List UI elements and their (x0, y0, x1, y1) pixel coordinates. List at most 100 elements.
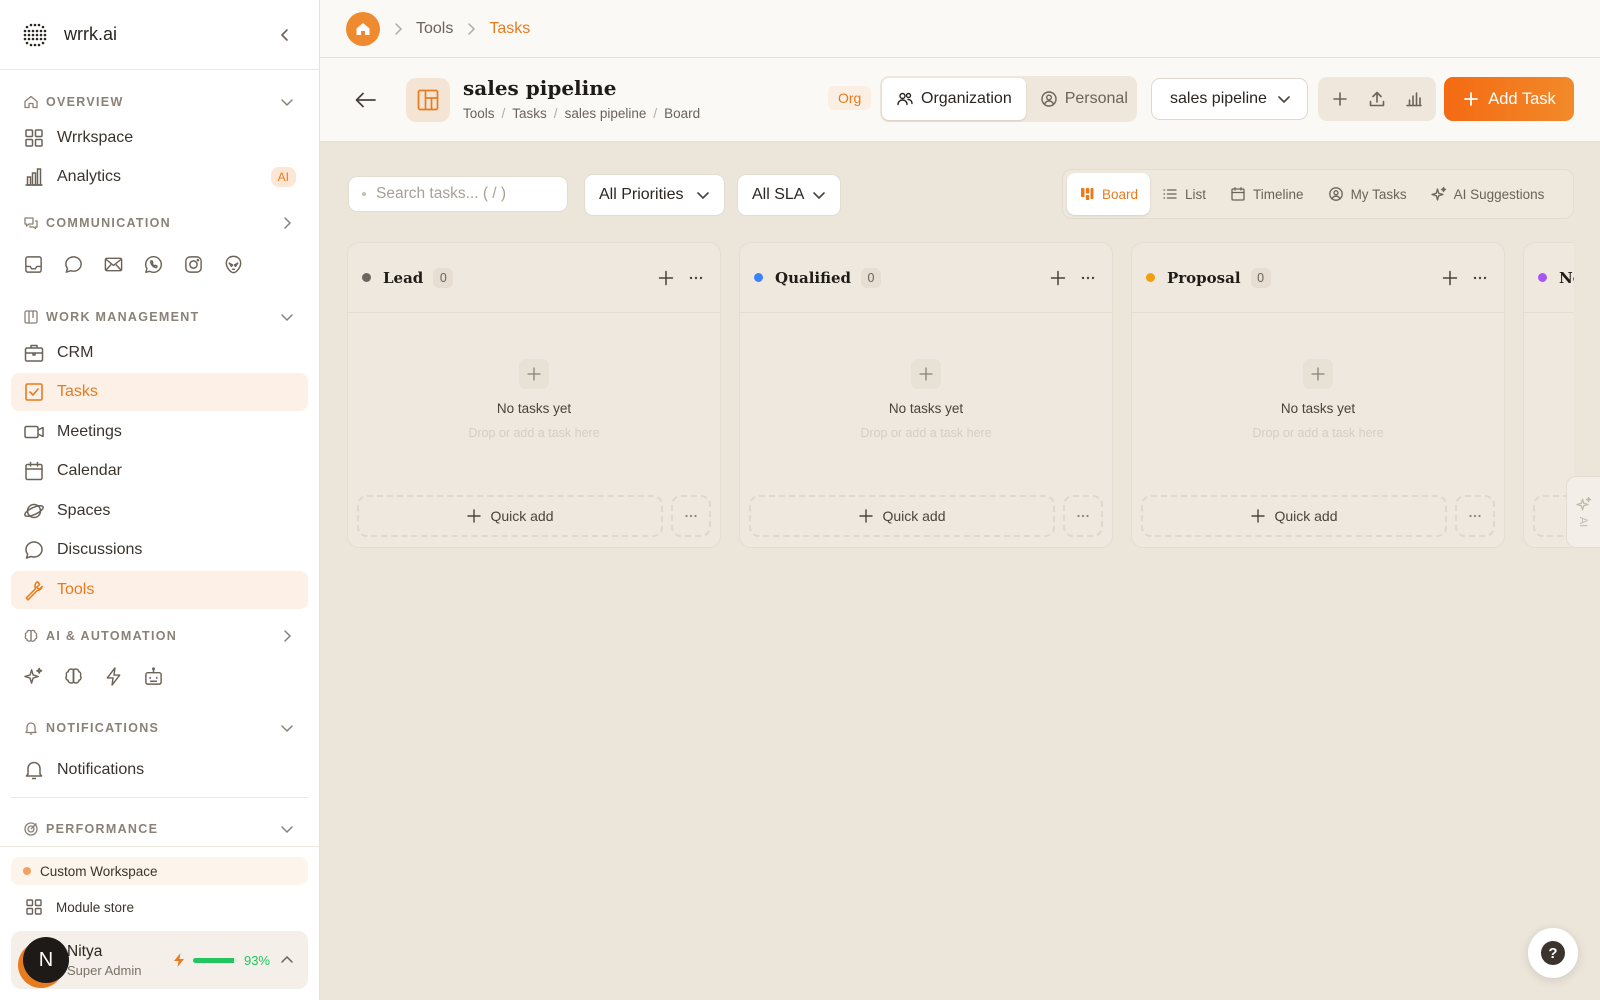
sidebar-item-label: Calendar (57, 462, 122, 479)
breadcrumb-tasks[interactable]: Tasks (489, 20, 530, 38)
add-task-button[interactable]: Add Task (1444, 77, 1574, 121)
sub-breadcrumb-item[interactable]: Tasks (512, 106, 547, 121)
upload-icon[interactable] (1367, 89, 1387, 109)
chevron-left-icon (281, 28, 288, 41)
column-title: Ne (1559, 268, 1574, 287)
lightning-icon[interactable] (103, 666, 124, 687)
checkbox-icon (25, 383, 43, 401)
sidebar-item-analytics[interactable]: Analytics AI (11, 158, 308, 196)
sub-breadcrumb-item: Board (664, 106, 701, 121)
breadcrumb-tools[interactable]: Tools (416, 20, 453, 38)
bar-chart-icon[interactable] (1404, 89, 1424, 109)
empty-state: No tasks yet Drop or add a task here (740, 313, 1112, 440)
ai-badge: AI (270, 167, 296, 187)
sidebar-item-calendar[interactable]: Calendar (11, 452, 308, 490)
empty-add-button[interactable] (519, 359, 549, 389)
avatar[interactable]: N (23, 937, 69, 983)
sidebar-item-discussions[interactable]: Discussions (11, 531, 308, 569)
org-badge: Org (828, 86, 872, 110)
tab-board[interactable]: Board (1067, 173, 1151, 215)
section-ai-automation[interactable]: AI & AUTOMATION (11, 621, 308, 651)
user-profile-card[interactable]: N Nitya Super Admin 93% (11, 931, 308, 989)
sidebar-item-meetings[interactable]: Meetings (11, 413, 308, 451)
board-icon (1081, 188, 1094, 200)
add-to-column-icon[interactable] (1048, 268, 1068, 288)
quick-add-more-button[interactable] (1063, 495, 1103, 537)
empty-add-button[interactable] (911, 359, 941, 389)
quick-add-more-button[interactable] (671, 495, 711, 537)
home-button[interactable] (346, 11, 380, 46)
column-count-badge: 0 (861, 267, 882, 288)
section-overview[interactable]: OVERVIEW (11, 87, 308, 117)
scope-personal-option[interactable]: Personal (1026, 78, 1142, 120)
more-horizontal-icon (1469, 514, 1481, 518)
section-title: OVERVIEW (46, 95, 124, 109)
whatsapp-icon[interactable] (143, 254, 164, 275)
sub-breadcrumb-item[interactable]: Tools (463, 106, 495, 121)
section-communication[interactable]: COMMUNICATION (11, 208, 308, 238)
column-color-dot (362, 273, 371, 282)
column-color-dot (1146, 273, 1155, 282)
empty-add-button[interactable] (1303, 359, 1333, 389)
section-notifications[interactable]: NOTIFICATIONS (11, 713, 308, 743)
quick-add-button[interactable]: Quick add (1141, 495, 1447, 537)
tab-timeline[interactable]: Timeline (1218, 173, 1316, 215)
back-button[interactable] (352, 86, 380, 114)
sub-breadcrumb-item[interactable]: sales pipeline (565, 106, 647, 121)
module-store-button[interactable]: Module store (11, 891, 308, 923)
tab-label: Timeline (1253, 186, 1304, 202)
plus-icon (467, 509, 482, 523)
chevron-right-icon (395, 22, 403, 35)
board-layout-icon (417, 89, 439, 111)
quick-add-button[interactable]: Quick add (749, 495, 1055, 537)
empty-subtitle: Drop or add a task here (468, 426, 600, 440)
chevron-up-icon[interactable] (278, 951, 296, 969)
column-more-icon[interactable] (1078, 268, 1098, 288)
inbox-icon[interactable] (23, 254, 44, 275)
section-work-management[interactable]: WORK MANAGEMENT (11, 302, 308, 332)
robot-icon[interactable] (143, 666, 164, 687)
quick-add-button[interactable]: Quick add (357, 495, 663, 537)
ai-side-panel-tab[interactable]: AI (1566, 476, 1600, 548)
alien-icon[interactable] (223, 254, 244, 275)
brand-name: wrrk.ai (64, 24, 117, 44)
collapse-sidebar-button[interactable] (273, 23, 297, 47)
priority-filter[interactable]: All Priorities (584, 174, 725, 216)
scope-toggle: Organization Personal (880, 76, 1137, 122)
tab-my-tasks[interactable]: My Tasks (1316, 173, 1419, 215)
mail-icon[interactable] (103, 254, 124, 275)
calendar-icon (1231, 187, 1245, 201)
pipeline-select[interactable]: sales pipeline (1151, 78, 1308, 120)
sidebar-item-notifications[interactable]: Notifications (11, 751, 308, 789)
sidebar-item-wrrkspace[interactable]: Wrrkspace (11, 119, 308, 157)
quick-add-label: Quick add (490, 508, 554, 524)
help-button[interactable]: ? (1528, 928, 1578, 978)
search-input[interactable] (376, 185, 556, 203)
column-color-dot (754, 273, 763, 282)
custom-workspace-button[interactable]: Custom Workspace (11, 857, 308, 885)
sla-filter[interactable]: All SLA (737, 174, 841, 216)
chat-bubble-icon[interactable] (63, 254, 84, 275)
add-to-column-icon[interactable] (1440, 268, 1460, 288)
scope-organization-option[interactable]: Organization (882, 78, 1026, 120)
chevron-right-icon (284, 217, 292, 229)
tab-ai-suggestions[interactable]: AI Suggestions (1419, 173, 1557, 215)
ai-tab-label: AI (1577, 516, 1590, 528)
column-more-icon[interactable] (1470, 268, 1490, 288)
sidebar-item-tasks[interactable]: Tasks (11, 373, 308, 411)
sidebar-item-crm[interactable]: CRM (11, 334, 308, 372)
quick-add-more-button[interactable] (1455, 495, 1495, 537)
tab-list[interactable]: List (1150, 173, 1218, 215)
brain-icon[interactable] (63, 666, 84, 687)
sidebar-item-spaces[interactable]: Spaces (11, 492, 308, 530)
section-performance[interactable]: PERFORMANCE (11, 814, 308, 844)
search-field[interactable] (348, 176, 568, 212)
scope-option-label: Organization (921, 90, 1012, 107)
add-to-column-icon[interactable] (656, 268, 676, 288)
column-more-icon[interactable] (686, 268, 706, 288)
instagram-icon[interactable] (183, 254, 204, 275)
column-count-badge: 0 (1250, 267, 1271, 288)
plus-icon[interactable] (1330, 89, 1350, 109)
sparkles-icon[interactable] (23, 666, 44, 687)
sidebar-item-tools[interactable]: Tools (11, 570, 308, 609)
